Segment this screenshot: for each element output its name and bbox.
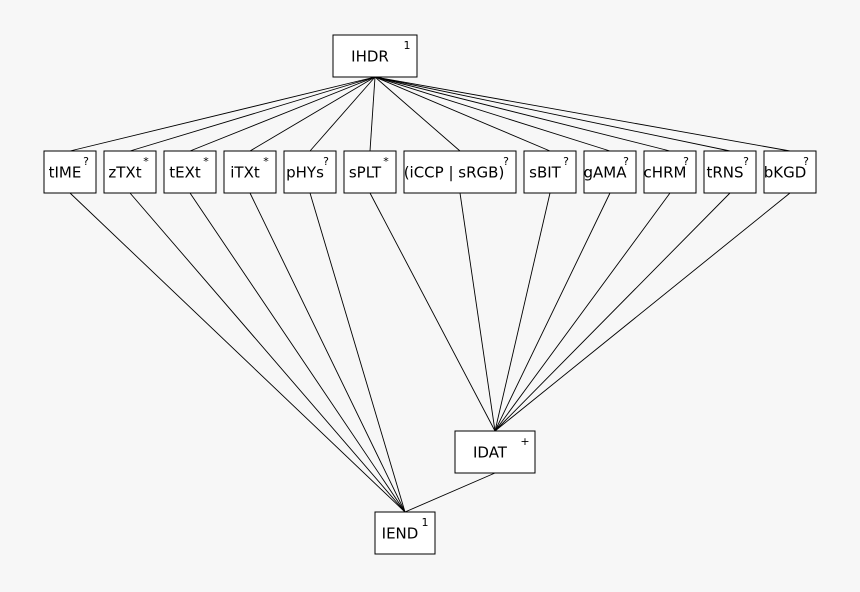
node-label: tIME <box>49 164 82 182</box>
node-phys[interactable]: pHYs? <box>283 150 337 194</box>
node-cardinality-marker: ? <box>623 155 629 168</box>
edge-idat-to-iend <box>404 472 496 513</box>
edge-ztxt-to-iend <box>129 192 406 513</box>
node-label: pHYs <box>286 164 324 182</box>
node-label: iTXt <box>230 164 260 182</box>
node-cardinality-marker: * <box>263 155 269 168</box>
diagram-canvas: IHDR1tIME?zTXt*tEXt*iTXt*pHYs?sPLT*(iCCP… <box>43 34 817 555</box>
node-cardinality-marker: ? <box>743 155 749 168</box>
node-bkgd[interactable]: bKGD? <box>763 150 817 194</box>
node-layer: IHDR1tIME?zTXt*tEXt*iTXt*pHYs?sPLT*(iCCP… <box>43 34 817 555</box>
node-label: zTXt <box>108 164 141 182</box>
edge-time-to-iend <box>69 192 406 513</box>
node-splt[interactable]: sPLT* <box>343 150 397 194</box>
node-trns[interactable]: tRNS? <box>703 150 757 194</box>
node-itxt[interactable]: iTXt* <box>223 150 277 194</box>
edge-ihdr-to-time <box>69 76 376 152</box>
node-iend[interactable]: IEND1 <box>374 511 436 555</box>
node-label: bKGD <box>764 164 807 182</box>
edge-splt-to-idat <box>369 192 496 432</box>
node-ihdr[interactable]: IHDR 1 <box>332 34 418 78</box>
node-text[interactable]: tEXt* <box>163 150 217 194</box>
edge-trns-to-idat <box>494 192 731 432</box>
node-label: cHRM <box>644 164 687 182</box>
node-ztxt[interactable]: zTXt* <box>103 150 157 194</box>
edge-ihdr-to-ztxt <box>129 76 376 152</box>
node-iccp[interactable]: (iCCP | sRGB)? <box>403 150 517 194</box>
edge-ihdr-to-phys <box>309 76 376 152</box>
node-label: IDAT <box>473 444 508 462</box>
node-idat[interactable]: IDAT + <box>454 430 536 474</box>
edge-itxt-to-iend <box>249 192 406 513</box>
node-cardinality-marker: + <box>520 435 529 448</box>
node-cardinality-marker: * <box>383 155 389 168</box>
node-label: tRNS <box>706 164 743 182</box>
edge-chrm-to-idat <box>494 192 671 432</box>
edge-ihdr-to-chrm <box>374 76 671 152</box>
edge-ihdr-to-itxt <box>249 76 376 152</box>
edge-iccp-to-idat <box>459 192 496 432</box>
node-cardinality-marker: ? <box>563 155 569 168</box>
node-sbit[interactable]: sBIT? <box>523 150 577 194</box>
edge-phys-to-iend <box>309 192 406 513</box>
node-label: sPLT <box>349 164 382 182</box>
node-gama[interactable]: gAMA? <box>583 150 637 194</box>
node-label: sBIT <box>529 164 562 182</box>
node-cardinality-marker: ? <box>83 155 89 168</box>
node-cardinality-marker: ? <box>803 155 809 168</box>
node-label: gAMA <box>584 164 628 182</box>
node-label: tEXt <box>169 164 201 182</box>
node-cardinality-marker: * <box>203 155 209 168</box>
node-cardinality-marker: 1 <box>422 516 429 529</box>
edge-ihdr-to-text <box>189 76 376 152</box>
node-chrm[interactable]: cHRM? <box>643 150 697 194</box>
node-label: IEND <box>382 525 419 543</box>
edge-ihdr-to-bkgd <box>374 76 791 152</box>
node-cardinality-marker: 1 <box>404 39 411 52</box>
node-cardinality-marker: ? <box>503 155 509 168</box>
edge-ihdr-to-gama <box>374 76 611 152</box>
node-cardinality-marker: ? <box>683 155 689 168</box>
node-label: (iCCP | sRGB) <box>404 164 505 182</box>
node-cardinality-marker: * <box>143 155 149 168</box>
edge-ihdr-to-trns <box>374 76 731 152</box>
edge-layer <box>69 76 791 513</box>
node-cardinality-marker: ? <box>323 155 329 168</box>
png-chunk-diagram: IHDR 1 tIME? zTXt * tEXt * iTXt * pHYs? sPLT * (iCCP… <box>0 0 860 592</box>
edge-sbit-to-idat <box>494 192 551 432</box>
node-label: IHDR <box>351 48 389 66</box>
edge-gama-to-idat <box>494 192 611 432</box>
edge-text-to-iend <box>189 192 406 513</box>
edge-bkgd-to-idat <box>494 192 791 432</box>
edge-ihdr-to-splt <box>369 76 376 152</box>
node-time[interactable]: tIME? <box>43 150 97 194</box>
